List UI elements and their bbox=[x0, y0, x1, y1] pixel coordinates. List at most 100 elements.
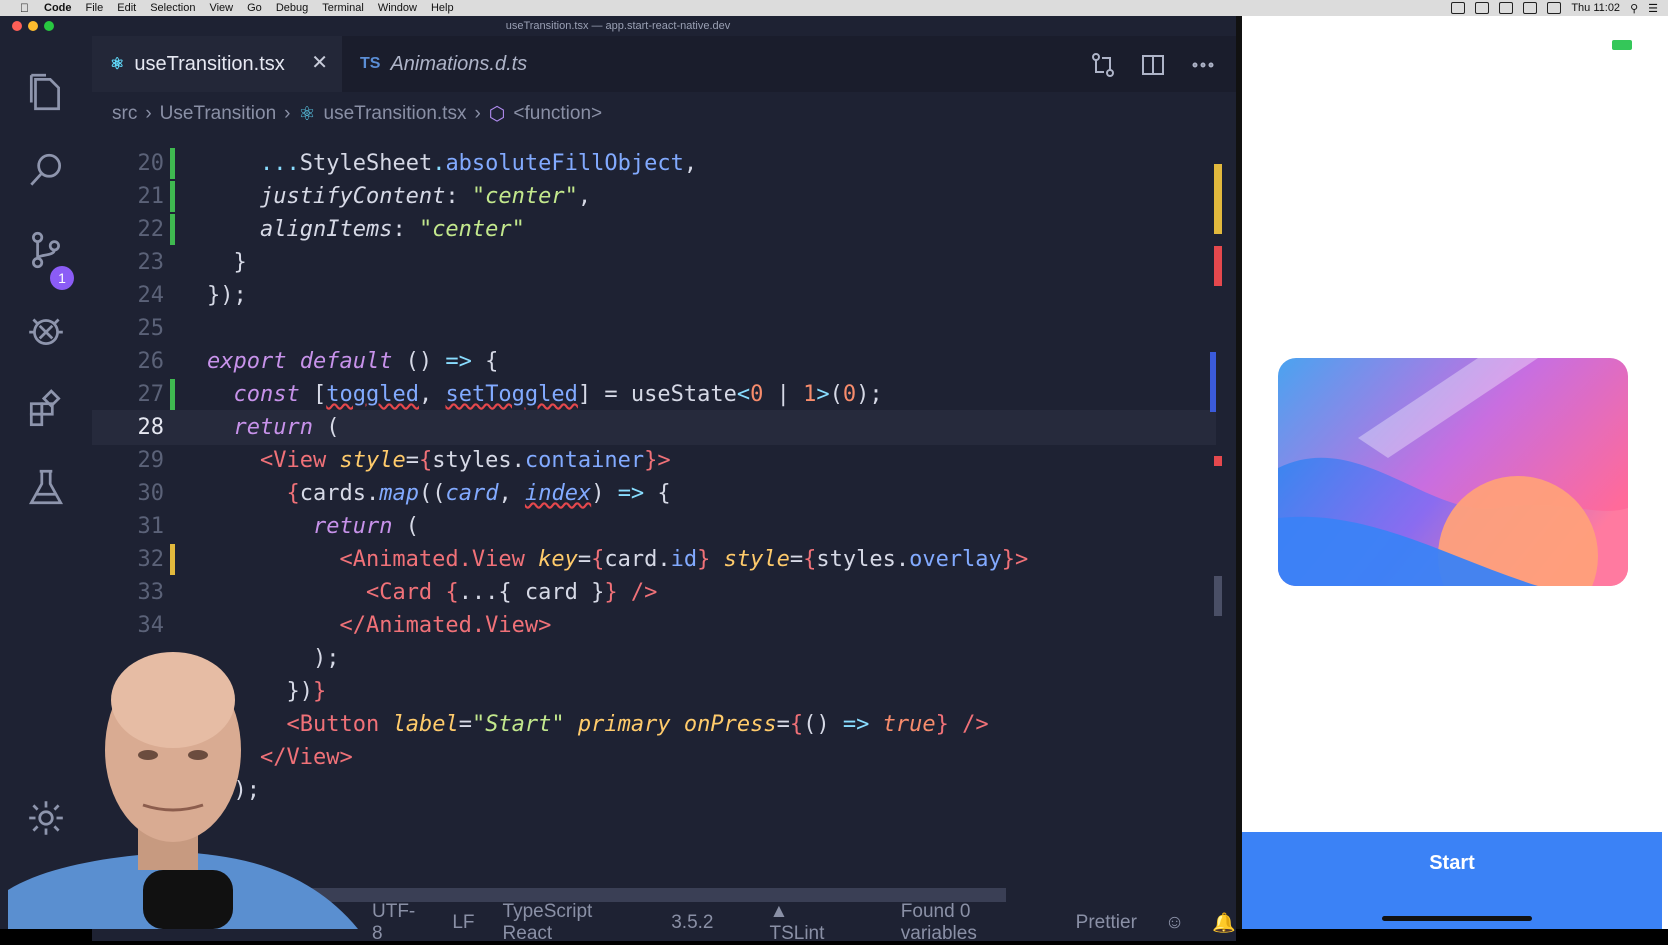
code-text: }); bbox=[207, 283, 247, 308]
code-line[interactable]: 25 bbox=[92, 311, 1216, 346]
code-text: <Animated.View key={card.id} style={styl… bbox=[339, 547, 1029, 572]
status-vars[interactable]: Found 0 variables bbox=[901, 901, 1048, 945]
menu-debug[interactable]: Debug bbox=[276, 2, 308, 14]
window-title-text: useTransition.tsx — app.start-react-nati… bbox=[505, 20, 731, 32]
function-icon: ⬡ bbox=[488, 103, 506, 125]
line-number: 30 bbox=[137, 481, 165, 506]
wifi-icon[interactable] bbox=[1523, 2, 1538, 14]
code-text: return ( bbox=[312, 514, 419, 539]
code-line[interactable]: 27 const [toggled, setToggled] = useStat… bbox=[92, 377, 1216, 412]
files-icon[interactable] bbox=[22, 68, 70, 116]
code-line[interactable]: 29 <View style={styles.container}> bbox=[92, 443, 1216, 478]
line-number: 20 bbox=[137, 151, 165, 176]
scm-badge: 1 bbox=[50, 266, 74, 290]
breadcrumb-item[interactable]: UseTransition bbox=[160, 103, 277, 125]
gutter-added bbox=[170, 148, 175, 179]
code-text: } bbox=[207, 250, 247, 275]
window-controls bbox=[12, 21, 54, 31]
code-line[interactable]: 33 <Card {...{ card }} /> bbox=[92, 575, 1216, 610]
editor-actions bbox=[1090, 52, 1216, 78]
react-icon: ⚛ bbox=[298, 103, 316, 125]
code-line[interactable]: 30 {cards.map((card, index) => { bbox=[92, 476, 1216, 511]
menu-terminal[interactable]: Terminal bbox=[322, 2, 364, 14]
warning-icon: ▲ bbox=[769, 901, 789, 922]
menu-clock[interactable]: Thu 11:02 bbox=[1571, 2, 1620, 14]
code-line[interactable]: 20 ...StyleSheet.absoluteFillObject, bbox=[92, 146, 1216, 181]
menu-go[interactable]: Go bbox=[247, 2, 262, 14]
test-flask-icon[interactable] bbox=[22, 464, 70, 512]
bell-icon[interactable]: 🔔 bbox=[1212, 911, 1236, 935]
compare-changes-icon[interactable] bbox=[1090, 52, 1116, 78]
more-actions-icon[interactable] bbox=[1190, 52, 1216, 78]
window-title: useTransition.tsx — app.start-react-nati… bbox=[0, 16, 1236, 36]
code-text: <View style={styles.container}> bbox=[259, 448, 671, 473]
line-number: 21 bbox=[137, 184, 165, 209]
extensions-icon[interactable] bbox=[22, 386, 70, 434]
tray-icon[interactable] bbox=[1451, 2, 1466, 14]
tray-icon[interactable] bbox=[1475, 2, 1490, 14]
tab-usetransition[interactable]: ⚛ useTransition.tsx ✕ bbox=[92, 36, 342, 92]
code-text: {cards.map((card, index) => { bbox=[286, 481, 671, 506]
code-line[interactable]: 22 alignItems: "center" bbox=[92, 212, 1216, 247]
status-ts-version[interactable]: 3.5.2 bbox=[671, 912, 713, 934]
chevron-right-icon: › bbox=[145, 103, 152, 124]
tab-label: useTransition.tsx bbox=[134, 52, 285, 75]
status-lint[interactable]: ▲ TSLint bbox=[741, 901, 872, 945]
presenter-webcam bbox=[8, 640, 368, 929]
chevron-right-icon: › bbox=[284, 103, 291, 124]
status-formatter[interactable]: Prettier bbox=[1076, 912, 1137, 934]
line-number: 22 bbox=[137, 217, 165, 242]
code-line[interactable]: 32 <Animated.View key={card.id} style={s… bbox=[92, 542, 1216, 577]
spotlight-icon[interactable]: ⚲ bbox=[1630, 2, 1638, 15]
gradient-card[interactable] bbox=[1278, 358, 1628, 586]
card-artwork bbox=[1278, 358, 1628, 586]
mac-menu-bar:  Code File Edit Selection View Go Debug… bbox=[0, 0, 1668, 16]
menu-window[interactable]: Window bbox=[378, 2, 417, 14]
code-line[interactable]: 34 </Animated.View> bbox=[92, 608, 1216, 643]
code-line[interactable]: 24}); bbox=[92, 278, 1216, 313]
tab-animations[interactable]: TS Animations.d.ts bbox=[342, 36, 582, 92]
home-indicator[interactable] bbox=[1382, 916, 1532, 921]
tray-icon[interactable] bbox=[1499, 2, 1514, 14]
menu-help[interactable]: Help bbox=[431, 2, 454, 14]
status-language[interactable]: TypeScript React bbox=[503, 901, 644, 945]
line-number: 27 bbox=[137, 382, 165, 407]
split-editor-icon[interactable] bbox=[1140, 52, 1166, 78]
code-line[interactable]: 21 justifyContent: "center", bbox=[92, 179, 1216, 214]
menu-tray: Thu 11:02 ⚲ ☰ bbox=[1451, 0, 1658, 16]
apple-icon[interactable]:  bbox=[20, 1, 34, 15]
minimize-window-icon[interactable] bbox=[28, 21, 38, 31]
menu-selection[interactable]: Selection bbox=[150, 2, 195, 14]
code-line-current[interactable]: 28 return ( bbox=[92, 410, 1216, 445]
zoom-window-icon[interactable] bbox=[44, 21, 54, 31]
start-button[interactable]: Start bbox=[1242, 832, 1662, 929]
breadcrumb-item[interactable]: <function> bbox=[513, 103, 602, 125]
battery-icon[interactable] bbox=[1547, 2, 1562, 14]
close-window-icon[interactable] bbox=[12, 21, 22, 31]
feedback-smiley-icon[interactable]: ☺ bbox=[1165, 912, 1184, 934]
code-line[interactable]: 26 export default () => { bbox=[92, 344, 1216, 379]
menu-view[interactable]: View bbox=[209, 2, 233, 14]
close-icon[interactable]: ✕ bbox=[311, 50, 328, 75]
breadcrumb-item[interactable]: useTransition.tsx bbox=[324, 103, 467, 125]
ruler-mark bbox=[1214, 576, 1222, 616]
menu-file[interactable]: File bbox=[86, 2, 104, 14]
line-number: 25 bbox=[137, 316, 165, 341]
overview-ruler[interactable] bbox=[1210, 156, 1224, 676]
breadcrumb-item[interactable]: src bbox=[112, 103, 137, 125]
horizontal-scrollbar[interactable] bbox=[300, 888, 1006, 902]
status-encoding[interactable]: UTF-8 bbox=[372, 901, 424, 945]
presenter-image bbox=[8, 652, 358, 929]
code-line[interactable]: 31 return ( bbox=[92, 509, 1216, 544]
status-eol[interactable]: LF bbox=[452, 912, 474, 934]
debug-icon[interactable] bbox=[22, 306, 70, 354]
breadcrumb: src › UseTransition › ⚛ useTransition.ts… bbox=[112, 96, 602, 132]
gutter-added bbox=[170, 214, 175, 245]
code-line[interactable]: 23 } bbox=[92, 245, 1216, 280]
chevron-right-icon: › bbox=[474, 103, 481, 124]
search-icon[interactable] bbox=[22, 146, 70, 194]
menu-app-name[interactable]: Code bbox=[44, 2, 72, 14]
menu-edit[interactable]: Edit bbox=[117, 2, 136, 14]
notification-center-icon[interactable]: ☰ bbox=[1648, 2, 1658, 15]
line-number: 33 bbox=[137, 580, 165, 605]
